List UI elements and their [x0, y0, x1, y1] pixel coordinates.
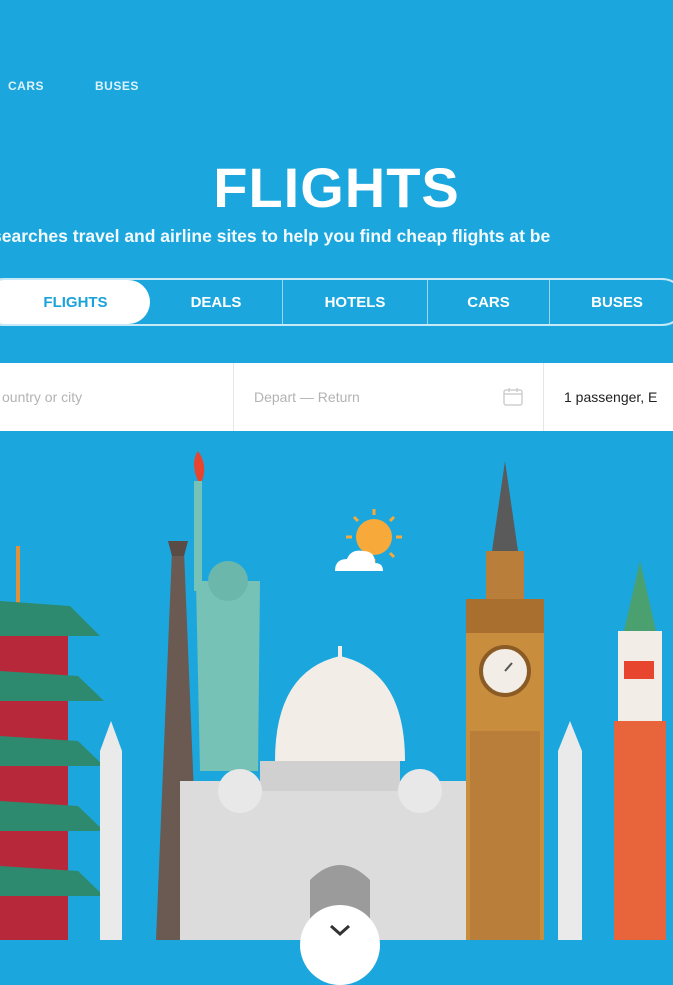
- big-ben: [466, 461, 544, 940]
- dates-field[interactable]: [234, 363, 544, 431]
- page-title: FLIGHTS: [213, 156, 460, 219]
- minaret-left: [100, 751, 122, 940]
- nav-link-buses[interactable]: BUSES: [95, 79, 139, 93]
- chevron-down-icon: [330, 924, 350, 937]
- tab-deals[interactable]: DEALS: [150, 280, 283, 324]
- top-navigation: CARS BUSES: [0, 0, 673, 93]
- search-bar: 1 passenger, E: [0, 363, 673, 431]
- passengers-field[interactable]: 1 passenger, E: [544, 363, 673, 431]
- landmarks-illustration: [0, 451, 666, 940]
- dates-input[interactable]: [252, 388, 543, 406]
- tab-cars[interactable]: CARS: [428, 280, 550, 324]
- tab-buses[interactable]: BUSES: [550, 280, 673, 324]
- page-subtitle: searches travel and airline sites to hel…: [0, 226, 551, 246]
- destination-field[interactable]: [0, 363, 234, 431]
- nav-link-cars[interactable]: CARS: [8, 79, 44, 93]
- tab-flights[interactable]: FLIGHTS: [0, 280, 150, 324]
- tab-hotels[interactable]: HOTELS: [283, 280, 428, 324]
- minaret-right: [558, 751, 582, 940]
- campanile: [614, 561, 666, 940]
- search-tabs: FLIGHTS DEALS HOTELS CARS BUSES: [0, 278, 673, 326]
- calendar-icon[interactable]: [503, 388, 523, 406]
- scroll-down-button[interactable]: [300, 905, 380, 985]
- destination-input[interactable]: [0, 388, 233, 406]
- statue-of-liberty: [194, 451, 260, 771]
- pagoda: [0, 546, 104, 940]
